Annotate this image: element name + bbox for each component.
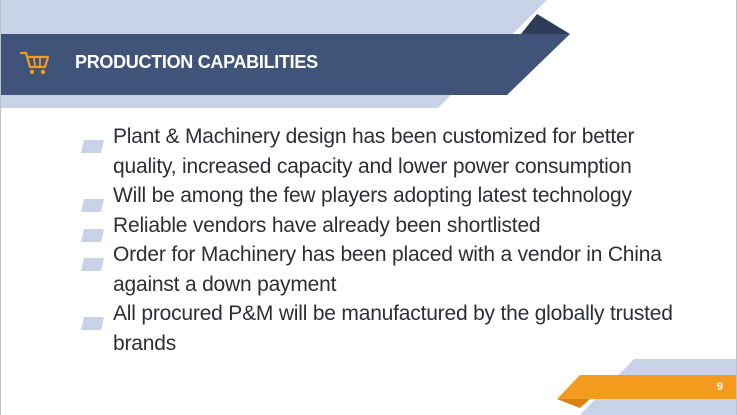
- bullet-marker-icon: [81, 132, 104, 153]
- bullet-text: Order for Machinery has been placed with…: [113, 243, 662, 296]
- bullet-marker-icon: [81, 309, 104, 330]
- bullet-item: Order for Machinery has been placed with…: [81, 240, 681, 299]
- footer-orange-band: [557, 375, 736, 399]
- bullet-text: Reliable vendors have already been short…: [113, 213, 541, 237]
- footer-banner: [557, 359, 736, 415]
- bullet-marker-icon: [81, 250, 104, 271]
- bullet-text: All procured P&M will be manufactured by…: [113, 302, 673, 355]
- footer-orange-accent: [557, 399, 590, 408]
- bullet-marker-icon: [81, 191, 104, 212]
- bullet-list: Plant & Machinery design has been custom…: [81, 122, 681, 358]
- slide: PRODUCTION CAPABILITIES Plant & Machiner…: [0, 0, 737, 415]
- bullet-item: Reliable vendors have already been short…: [81, 211, 681, 242]
- bullet-text: Will be among the few players adopting l…: [113, 184, 632, 207]
- bullet-item: Will be among the few players adopting l…: [81, 181, 681, 212]
- shopping-cart-icon: [20, 51, 50, 75]
- slide-title: PRODUCTION CAPABILITIES: [75, 52, 318, 72]
- bullet-item: All procured P&M will be manufactured by…: [81, 299, 681, 358]
- page-number: 9: [716, 381, 723, 393]
- bullet-marker-icon: [81, 221, 104, 242]
- bullet-text: Plant & Machinery design has been custom…: [113, 125, 635, 178]
- bullet-item: Plant & Machinery design has been custom…: [81, 122, 681, 181]
